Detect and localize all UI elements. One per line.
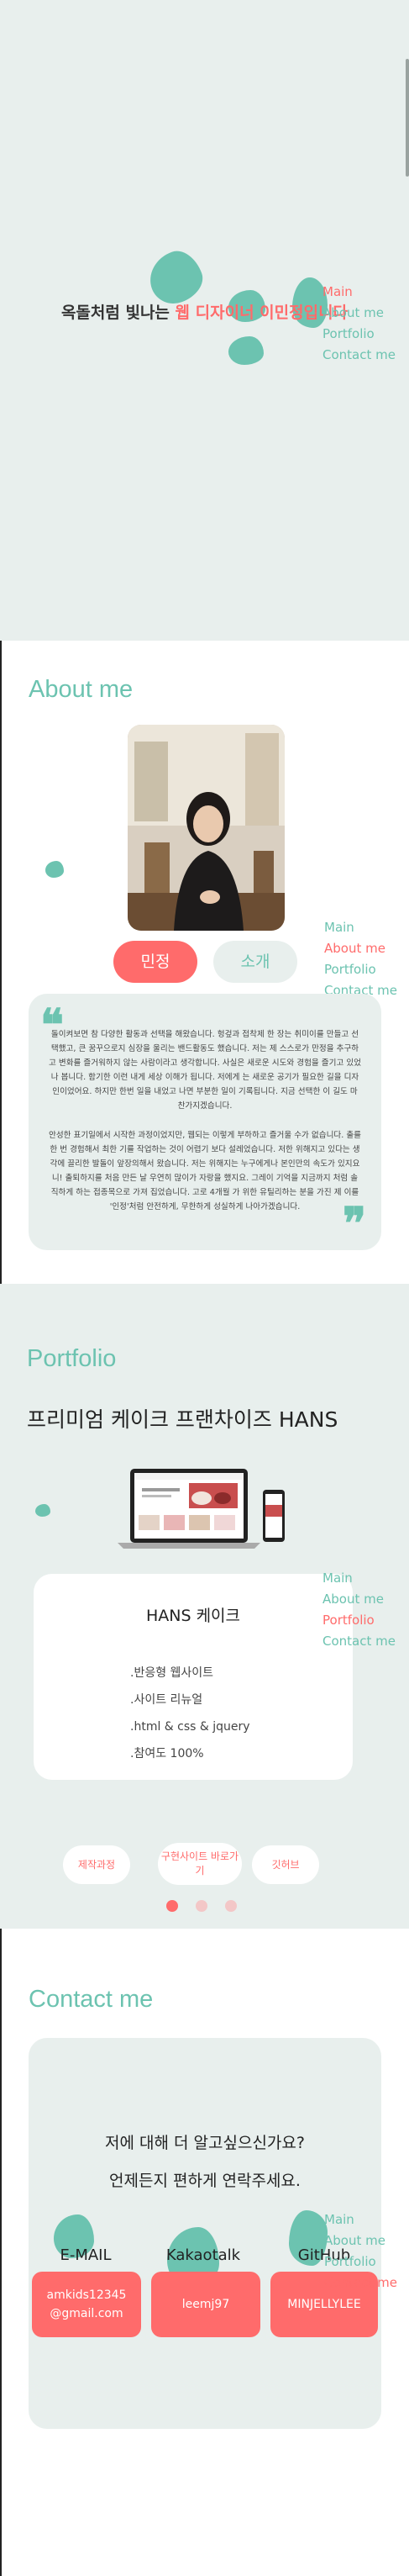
project-detail-item: .반응형 웹사이트	[130, 1666, 214, 1680]
decorative-blob	[228, 336, 264, 365]
nav-item-main[interactable]: Main	[322, 282, 396, 303]
about-title: About me	[29, 676, 134, 703]
pagination-dot[interactable]	[225, 1900, 237, 1912]
profile-photo-illustration	[128, 725, 285, 931]
nav-item-portfolio[interactable]: Portfolio	[322, 1610, 396, 1631]
nav-item-contact[interactable]: Contact me	[324, 2272, 397, 2294]
intro-paragraph-2: 안성한 표기일에서 시작한 과정이었지만, 웹되는 이렇게 부하하고 즐거울 수…	[49, 1131, 361, 1211]
nav-menu: Main About me Portfolio Contact me	[324, 917, 397, 1001]
nav-menu: Main About me Portfolio Contact me	[324, 2209, 397, 2294]
project-card-title: HANS 케이크	[145, 1607, 241, 1625]
nav-item-main[interactable]: Main	[324, 917, 397, 938]
pagination-dot[interactable]	[196, 1900, 207, 1912]
tab-intro[interactable]: 소개	[213, 941, 297, 983]
profile-photo	[128, 725, 285, 931]
hero-section: 옥돌처럼 빛나는 웹 디자이너 이민정입니다 Main About me Por…	[0, 0, 409, 641]
nav-item-main[interactable]: Main	[322, 1568, 396, 1589]
email-value-line-1: amkids12345	[46, 2288, 127, 2302]
nav-item-portfolio[interactable]: Portfolio	[324, 2251, 397, 2272]
scrollbar-thumb[interactable]	[406, 59, 409, 177]
decorative-blob	[35, 1504, 50, 1517]
project-title: 프리미엄 케이크 프랜차이즈 HANS	[27, 1407, 338, 1432]
nav-item-contact[interactable]: Contact me	[322, 1631, 396, 1652]
live-site-button[interactable]: 구현사이트 바로가기	[158, 1843, 242, 1885]
portfolio-title: Portfolio	[27, 1345, 117, 1372]
nav-item-about[interactable]: About me	[322, 1589, 396, 1610]
nav-item-about[interactable]: About me	[324, 938, 397, 959]
project-detail-item: .참여도 100%	[130, 1747, 204, 1760]
process-button[interactable]: 제작과정	[63, 1845, 130, 1884]
email-label: E-MAIL	[60, 2246, 112, 2264]
contact-line-2: 언제든지 편하게 연락주세요.	[109, 2172, 301, 2190]
device-mockup-illustration	[118, 1469, 285, 1549]
about-section: About me Main About me Portfolio Contact…	[0, 641, 409, 1284]
tab-name[interactable]: 민정	[113, 941, 197, 983]
email-value-line-2: @gmail.com	[50, 2307, 123, 2320]
project-detail-list: .반응형 웹사이트 .사이트 리뉴얼 .html & css & jquery …	[130, 1660, 250, 1767]
contact-section: Contact me 저에 대해 더 알고싶으신가요? 언제든지 편하게 연락주…	[0, 1929, 409, 2576]
project-card: HANS 케이크 .반응형 웹사이트 .사이트 리뉴얼 .html & css …	[34, 1574, 353, 1780]
github-button[interactable]: 깃허브	[252, 1845, 319, 1884]
contact-line-1: 저에 대해 더 알고싶으신가요?	[105, 2134, 305, 2152]
github-value: MINJELLYLEE	[287, 2298, 361, 2311]
nav-item-contact[interactable]: Contact me	[322, 345, 396, 366]
nav-menu: Main About me Portfolio Contact me	[322, 1568, 396, 1652]
kakaotalk-button[interactable]: leemj97	[151, 2272, 260, 2337]
pagination-dot[interactable]	[166, 1900, 178, 1912]
project-detail-item: .사이트 리뉴얼	[130, 1693, 203, 1707]
nav-item-main[interactable]: Main	[324, 2209, 397, 2230]
nav-item-about[interactable]: About me	[324, 2230, 397, 2251]
email-button[interactable]: amkids12345 @gmail.com	[32, 2272, 141, 2337]
nav-menu: Main About me Portfolio Contact me	[322, 282, 396, 366]
intro-quote-box: ❝ 돌이켜보면 참 다양한 활동과 선택을 해왔습니다. 헝겊과 접착제 한 장…	[29, 994, 381, 1250]
project-detail-item: .html & css & jquery	[130, 1720, 250, 1734]
portfolio-section: Portfolio 프리미엄 케이크 프랜차이즈 HANS HANS 케이크 .…	[0, 1284, 409, 1929]
intro-paragraph-1: 돌이켜보면 참 다양한 활동과 선택을 해왔습니다. 헝겊과 접착제 한 장는 …	[49, 1030, 361, 1111]
kakaotalk-value: leemj97	[181, 2298, 230, 2311]
nav-item-portfolio[interactable]: Portfolio	[324, 959, 397, 980]
decorative-blob	[45, 861, 64, 878]
contact-title: Contact me	[29, 1986, 154, 2013]
kakaotalk-label: Kakaotalk	[165, 2246, 241, 2264]
hero-title-prefix: 옥돌처럼 빛나는	[60, 304, 176, 322]
project-mockup-image	[113, 1465, 290, 1557]
close-quote-icon: ❞	[343, 1198, 366, 1249]
nav-item-portfolio[interactable]: Portfolio	[322, 324, 396, 345]
nav-item-about[interactable]: About me	[322, 303, 396, 324]
